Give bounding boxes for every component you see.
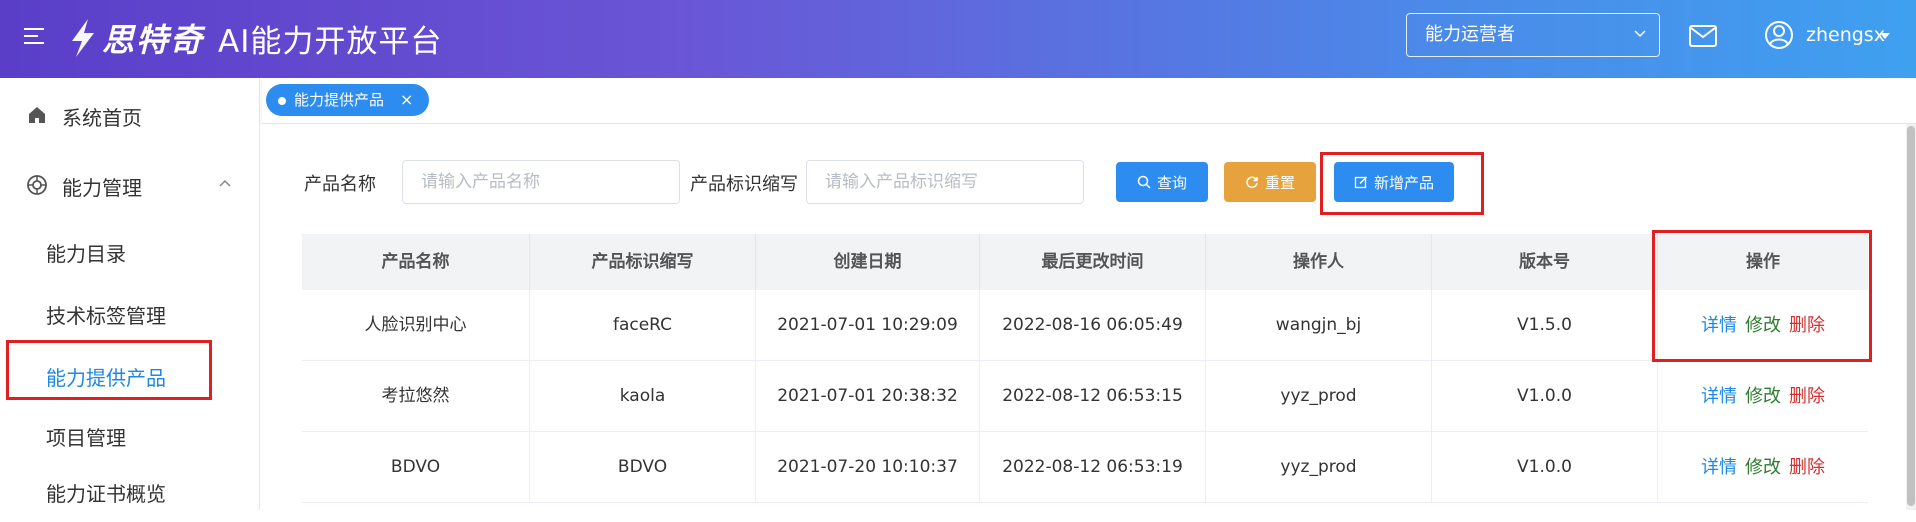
query-button[interactable]: 查询 — [1116, 162, 1208, 202]
sidebar-item-home[interactable]: 系统首页 — [0, 84, 260, 146]
sidebar-item-label: 系统首页 — [62, 106, 142, 130]
table-header: 产品名称 产品标识缩写 创建日期 最后更改时间 操作人 版本号 操作 — [302, 234, 1868, 290]
product-abbr-input[interactable] — [806, 160, 1084, 204]
cell-version: V1.0.0 — [1432, 432, 1658, 503]
cell-modified: 2022-08-12 06:53:19 — [980, 432, 1206, 503]
sidebar-item-label: 能力管理 — [62, 176, 142, 200]
role-select[interactable]: 能力运营者 — [1406, 13, 1660, 57]
logo-bolt-icon — [72, 19, 94, 57]
product-name-label: 产品名称 — [304, 174, 376, 195]
highlight-box-add — [1320, 152, 1484, 215]
close-icon[interactable]: × — [400, 84, 413, 116]
sidebar-subitem-certificates[interactable]: 能力证书概览 — [0, 460, 260, 522]
reset-button[interactable]: 重置 — [1224, 162, 1316, 202]
refresh-icon — [1246, 176, 1258, 189]
chevron-up-icon — [219, 179, 231, 187]
sidebar-subitem-label: 能力证书概览 — [46, 482, 166, 506]
detail-link[interactable]: 详情 — [1701, 432, 1737, 503]
cell-name: 考拉悠然 — [302, 361, 530, 432]
cell-version: V1.0.0 — [1432, 361, 1658, 432]
vertical-scrollbar[interactable] — [1906, 124, 1916, 510]
reset-button-label: 重置 — [1264, 173, 1295, 192]
sidebar-subitem-catalog[interactable]: 能力目录 — [0, 220, 260, 282]
user-avatar-icon[interactable] — [1764, 20, 1794, 50]
highlight-box-sidebar — [6, 340, 212, 400]
tab-products[interactable]: 能力提供产品 × — [266, 84, 430, 116]
cell-modified: 2022-08-16 06:05:49 — [980, 290, 1206, 361]
cell-abbr: kaola — [530, 361, 756, 432]
cell-operator: wangjn_bj — [1206, 290, 1432, 361]
table-row: BDVO BDVO 2021-07-20 10:10:37 2022-08-12… — [302, 432, 1868, 503]
search-icon — [1137, 175, 1151, 189]
mail-icon[interactable] — [1688, 24, 1718, 48]
cell-created: 2021-07-01 10:29:09 — [756, 290, 980, 361]
tab-label: 能力提供产品 — [294, 91, 385, 109]
chevron-down-icon — [1634, 30, 1646, 38]
cell-abbr: faceRC — [530, 290, 756, 361]
logo: 思特奇 — [66, 14, 204, 62]
cell-actions: 详情 修改 删除 — [1658, 432, 1868, 503]
highlight-box-actions — [1652, 230, 1872, 362]
top-header: 思特奇 AI能力开放平台 能力运营者 zhengsx — [0, 0, 1916, 78]
sidebar-item-capability[interactable]: 能力管理 — [0, 154, 260, 216]
column-header: 产品标识缩写 — [530, 234, 756, 290]
platform-title: AI能力开放平台 — [218, 24, 443, 60]
scrollbar-thumb[interactable] — [1907, 126, 1915, 506]
cell-actions: 详情 修改 删除 — [1658, 361, 1868, 432]
sidebar: 系统首页 能力管理 能力目录 技术标签管理 能力提供产品 项目管理 能力证书概览 — [0, 78, 260, 510]
sidebar-subitem-label: 技术标签管理 — [46, 304, 166, 328]
query-button-label: 查询 — [1156, 173, 1187, 192]
cell-operator: yyz_prod — [1206, 361, 1432, 432]
cell-operator: yyz_prod — [1206, 432, 1432, 503]
home-icon — [29, 107, 45, 123]
delete-link[interactable]: 删除 — [1789, 361, 1825, 432]
username[interactable]: zhengsx — [1806, 24, 1885, 46]
column-header: 创建日期 — [756, 234, 980, 290]
caret-down-icon[interactable] — [1880, 33, 1890, 39]
edit-link[interactable]: 修改 — [1745, 361, 1781, 432]
product-abbr-label: 产品标识缩写 — [690, 174, 798, 195]
cell-created: 2021-07-01 20:38:32 — [756, 361, 980, 432]
role-select-value: 能力运营者 — [1425, 24, 1515, 45]
sidebar-subitem-projects[interactable]: 项目管理 — [0, 404, 260, 466]
sidebar-subitem-label: 能力目录 — [46, 242, 126, 266]
table-row: 人脸识别中心 faceRC 2021-07-01 10:29:09 2022-0… — [302, 290, 1868, 361]
column-header: 版本号 — [1432, 234, 1658, 290]
cell-abbr: BDVO — [530, 432, 756, 503]
tabs-bar: 能力提供产品 × — [262, 78, 1916, 124]
tab-dot-icon — [278, 97, 286, 105]
detail-link[interactable]: 详情 — [1701, 361, 1737, 432]
cell-created: 2021-07-20 10:10:37 — [756, 432, 980, 503]
column-header: 产品名称 — [302, 234, 530, 290]
menu-toggle-icon[interactable] — [24, 28, 46, 46]
capability-icon — [27, 175, 47, 195]
table-row: 考拉悠然 kaola 2021-07-01 20:38:32 2022-08-1… — [302, 361, 1868, 432]
column-header: 操作人 — [1206, 234, 1432, 290]
brand-name: 思特奇 — [102, 21, 205, 59]
cell-name: BDVO — [302, 432, 530, 503]
cell-name: 人脸识别中心 — [302, 290, 530, 361]
edit-link[interactable]: 修改 — [1745, 432, 1781, 503]
cell-modified: 2022-08-12 06:53:15 — [980, 361, 1206, 432]
sidebar-subitem-label: 项目管理 — [46, 426, 126, 450]
product-name-input[interactable] — [402, 160, 680, 204]
column-header: 最后更改时间 — [980, 234, 1206, 290]
sidebar-subitem-tech-tags[interactable]: 技术标签管理 — [0, 282, 260, 344]
delete-link[interactable]: 删除 — [1789, 432, 1825, 503]
cell-version: V1.5.0 — [1432, 290, 1658, 361]
